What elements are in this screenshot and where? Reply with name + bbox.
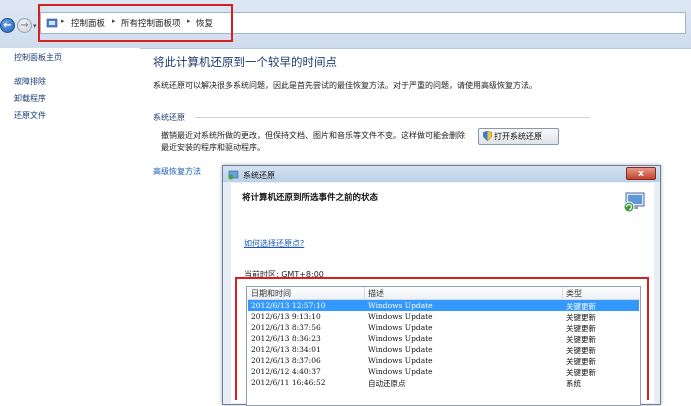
- open-system-restore-label: 打开系统还原: [494, 132, 542, 141]
- page-description: 系统还原可以解决很多系统问题，因此是首先尝试的最佳恢复方法。对于严重的问题，请使…: [153, 81, 537, 90]
- page-title: 将此计算机还原到一个较早的时间点: [153, 55, 337, 69]
- restore-files-link[interactable]: 还原文件: [14, 110, 46, 121]
- highlight-box-table: [235, 277, 649, 400]
- dialog-title-bar[interactable]: 系统还原 x: [223, 166, 660, 182]
- how-to-choose-restore-point-link[interactable]: 如何选择还原点?: [244, 238, 304, 249]
- dialog-title: 系统还原: [243, 171, 275, 180]
- dialog-heading: 将计算机还原到所选事件之前的状态: [242, 193, 379, 203]
- left-navigation-pane: 控制面板主页 故障排除 卸载程序 还原文件: [0, 48, 140, 400]
- shield-icon: [483, 131, 492, 141]
- control-panel-home-link[interactable]: 控制面板主页: [14, 52, 62, 63]
- highlight-box-address: [38, 4, 233, 42]
- section-divider: [195, 117, 590, 118]
- system-restore-section-label: 系统还原: [153, 113, 185, 122]
- forward-button[interactable]: →: [17, 18, 32, 33]
- restore-computer-icon: [623, 192, 645, 213]
- open-system-restore-button[interactable]: 打开系统还原: [478, 128, 559, 145]
- dialog-close-button[interactable]: x: [626, 167, 656, 180]
- uninstall-program-link[interactable]: 卸载程序: [14, 93, 46, 104]
- advanced-recovery-link[interactable]: 高级恢复方法: [153, 166, 201, 177]
- history-dropdown-icon[interactable]: ▾: [33, 22, 37, 30]
- system-restore-icon: [228, 170, 239, 180]
- system-restore-description: 撤销最近对系统所做的更改，但保持文档、图片和音乐等文件不变。这样做可能会删除最近…: [161, 131, 465, 152]
- troubleshooting-link[interactable]: 故障排除: [14, 76, 46, 87]
- back-button[interactable]: ←: [0, 18, 15, 33]
